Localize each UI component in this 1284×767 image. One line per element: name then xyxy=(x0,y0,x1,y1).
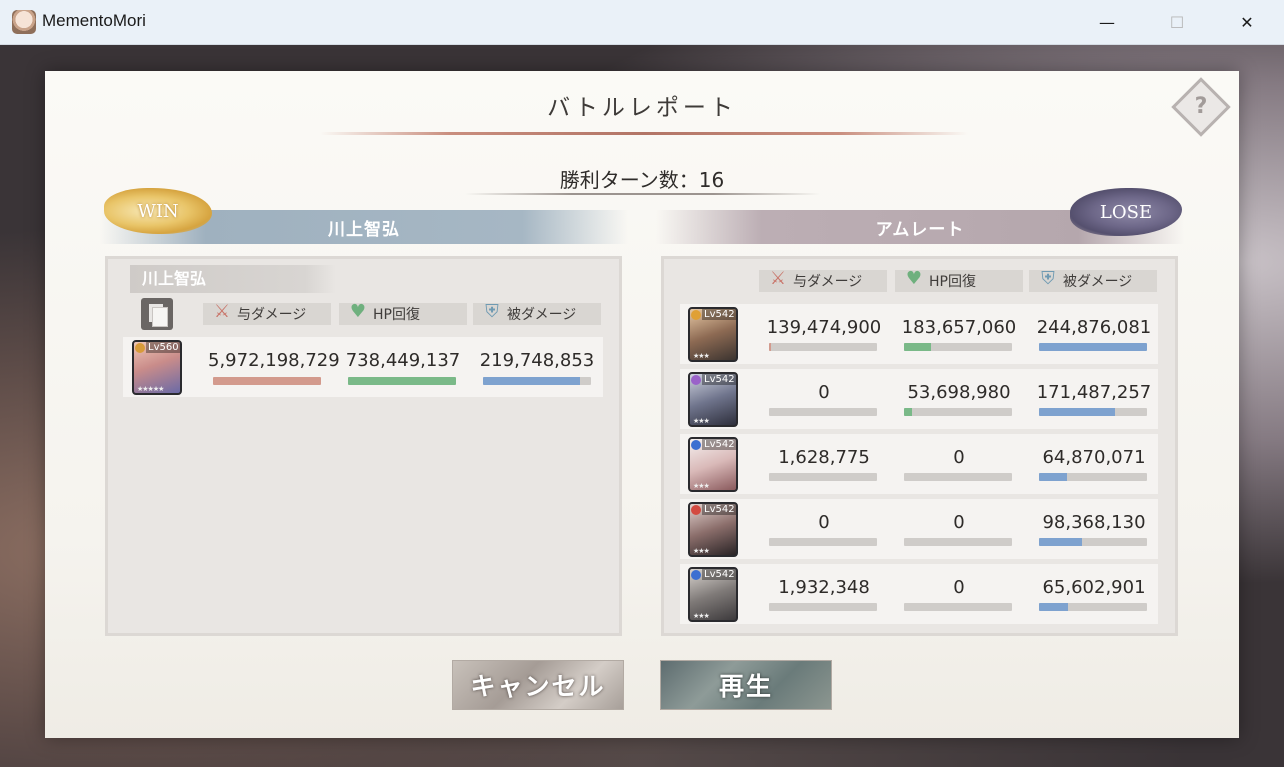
unit-avatar[interactable]: Lv542 ★★★ xyxy=(688,502,738,557)
heal-bar xyxy=(904,343,1012,351)
unit-avatar[interactable]: Lv560 ★★★★★ xyxy=(132,340,182,395)
damage-bar xyxy=(213,377,321,385)
right-unit-row[interactable]: Lv542 ★★★ 1,628,775 0 64,870,071 xyxy=(680,434,1158,494)
damage-value: 5,972,198,729 xyxy=(208,350,340,371)
app-icon xyxy=(12,10,36,34)
right-unit-row[interactable]: Lv542 ★★★ 139,474,900 183,657,060 244,87… xyxy=(680,304,1158,364)
left-header-heal: ♥ HP回復 xyxy=(339,301,467,325)
unit-avatar[interactable]: Lv542 ★★★ xyxy=(688,437,738,492)
taken-value: 98,368,130 xyxy=(1042,512,1146,533)
unit-stars: ★★★ xyxy=(693,547,710,555)
damage-bar xyxy=(769,408,877,416)
header-label: 与ダメージ xyxy=(237,307,307,323)
unit-level: Lv542 xyxy=(702,309,736,320)
heal-value: 53,698,980 xyxy=(907,382,1011,403)
left-unit-row[interactable]: Lv560 ★★★★★ 5,972,198,729 738,449,137 21… xyxy=(123,337,603,397)
damage-bar xyxy=(769,473,877,481)
sword-icon: ⚔ xyxy=(213,301,231,322)
taken-bar xyxy=(1039,538,1147,546)
element-icon xyxy=(691,505,701,515)
heal-value: 0 xyxy=(953,447,965,468)
replay-button[interactable]: 再生 xyxy=(660,660,832,710)
taken-bar xyxy=(1039,603,1147,611)
header-label: 被ダメージ xyxy=(507,307,577,323)
damage-value: 139,474,900 xyxy=(766,317,882,338)
header-label: 与ダメージ xyxy=(793,274,863,290)
heal-bar xyxy=(904,408,1012,416)
taken-bar xyxy=(483,377,591,385)
damage-value: 0 xyxy=(818,512,830,533)
unit-stars: ★★★ xyxy=(693,612,710,620)
header-label: HP回復 xyxy=(929,274,976,290)
taken-value: 65,602,901 xyxy=(1042,577,1146,598)
damage-value: 1,628,775 xyxy=(778,447,870,468)
header-label: 被ダメージ xyxy=(1063,274,1133,290)
shield-icon: ⛨ xyxy=(485,301,499,322)
heart-icon: ♥ xyxy=(349,301,367,322)
element-icon xyxy=(691,310,701,320)
victory-turn-count: 勝利ターン数：16 xyxy=(559,168,725,192)
taken-bar xyxy=(1039,408,1147,416)
right-header-heal: ♥ HP回復 xyxy=(895,268,1023,292)
player-name-tag: 川上智弘 xyxy=(130,265,336,293)
unit-level: Lv560 xyxy=(146,342,180,353)
element-icon xyxy=(691,375,701,385)
unit-avatar[interactable]: Lv542 ★★★ xyxy=(688,567,738,622)
heal-value: 183,657,060 xyxy=(901,317,1017,338)
unit-level: Lv542 xyxy=(702,569,736,580)
cancel-button[interactable]: キャンセル xyxy=(452,660,624,710)
taken-value: 64,870,071 xyxy=(1042,447,1146,468)
unit-level: Lv542 xyxy=(702,504,736,515)
right-header-taken: ⛨ 被ダメージ xyxy=(1029,268,1157,292)
heart-icon: ♥ xyxy=(905,268,923,289)
left-header-damage: ⚔ 与ダメージ xyxy=(203,301,331,325)
unit-stars: ★★★★★ xyxy=(137,385,164,393)
window-titlebar: MementoMori — ☐ ✕ xyxy=(0,0,1284,45)
unit-level: Lv542 xyxy=(702,374,736,385)
heal-bar xyxy=(904,603,1012,611)
damage-value: 0 xyxy=(818,382,830,403)
question-icon: ? xyxy=(1194,94,1208,119)
unit-level: Lv542 xyxy=(702,439,736,450)
heal-bar xyxy=(904,473,1012,481)
title-divider xyxy=(320,132,968,135)
document-icon[interactable] xyxy=(141,298,173,330)
sword-icon: ⚔ xyxy=(769,268,787,289)
window-title: MementoMori xyxy=(42,11,146,30)
taken-value: 219,748,853 xyxy=(479,350,595,371)
header-label: HP回復 xyxy=(373,307,420,323)
right-unit-row[interactable]: Lv542 ★★★ 0 53,698,980 171,487,257 xyxy=(680,369,1158,429)
unit-stars: ★★★ xyxy=(693,352,710,360)
damage-bar xyxy=(769,603,877,611)
turns-divider xyxy=(465,193,820,195)
taken-value: 244,876,081 xyxy=(1036,317,1152,338)
element-icon xyxy=(135,343,145,353)
shield-icon: ⛨ xyxy=(1041,268,1055,289)
heal-value: 738,449,137 xyxy=(345,350,461,371)
left-header-taken: ⛨ 被ダメージ xyxy=(473,301,601,325)
minimize-button[interactable]: — xyxy=(1072,0,1142,44)
damage-bar xyxy=(769,538,877,546)
unit-stars: ★★★ xyxy=(693,482,710,490)
unit-avatar[interactable]: Lv542 ★★★ xyxy=(688,307,738,362)
right-unit-row[interactable]: Lv542 ★★★ 1,932,348 0 65,602,901 xyxy=(680,564,1158,624)
damage-value: 1,932,348 xyxy=(778,577,870,598)
taken-value: 171,487,257 xyxy=(1036,382,1152,403)
taken-bar xyxy=(1039,473,1147,481)
unit-stars: ★★★ xyxy=(693,417,710,425)
element-icon xyxy=(691,570,701,580)
maximize-button[interactable]: ☐ xyxy=(1142,0,1212,44)
unit-avatar[interactable]: Lv542 ★★★ xyxy=(688,372,738,427)
report-title: バトルレポート xyxy=(547,95,737,121)
right-unit-row[interactable]: Lv542 ★★★ 0 0 98,368,130 xyxy=(680,499,1158,559)
close-button[interactable]: ✕ xyxy=(1212,0,1282,44)
damage-bar xyxy=(769,343,877,351)
right-header-damage: ⚔ 与ダメージ xyxy=(759,268,887,292)
heal-bar xyxy=(904,538,1012,546)
element-icon xyxy=(691,440,701,450)
taken-bar xyxy=(1039,343,1147,351)
heal-value: 0 xyxy=(953,512,965,533)
heal-value: 0 xyxy=(953,577,965,598)
heal-bar xyxy=(348,377,456,385)
